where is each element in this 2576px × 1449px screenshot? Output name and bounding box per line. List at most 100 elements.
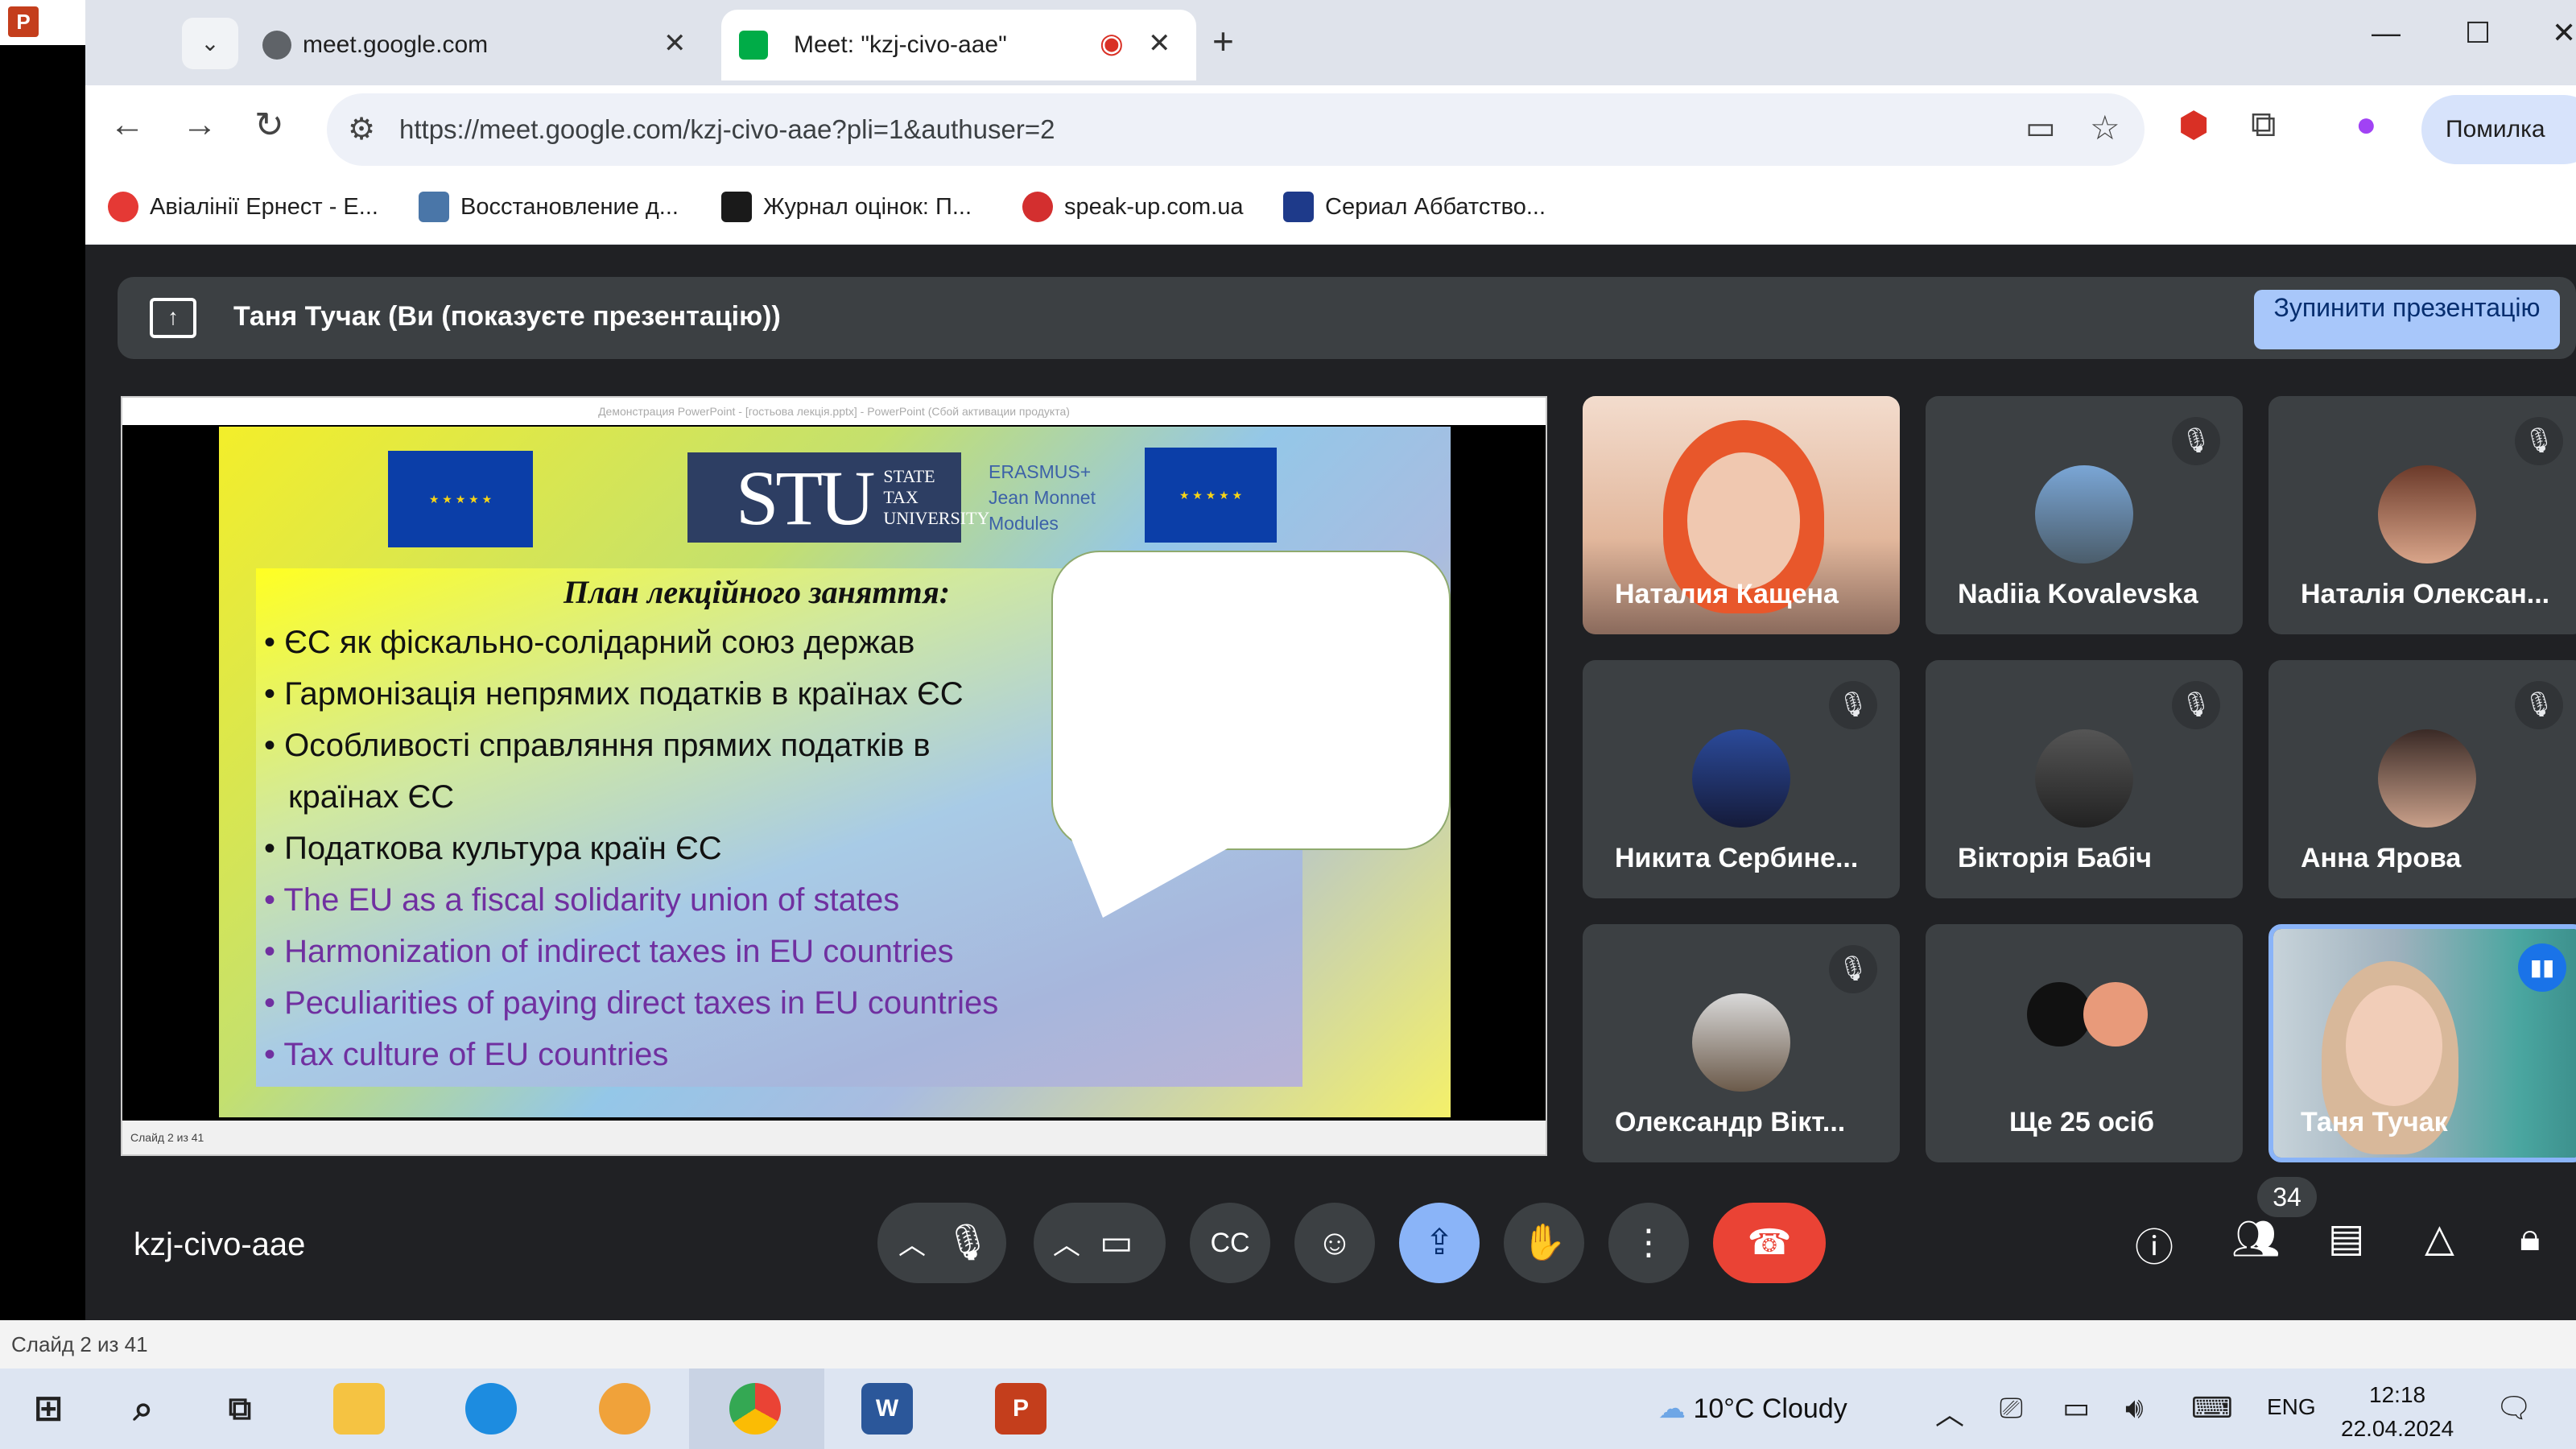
bookmark-star-icon[interactable]: ☆: [2090, 108, 2120, 147]
people-icon[interactable]: 👥︎: [2231, 1216, 2281, 1261]
participant-tile[interactable]: 🎙︎ Олександр Вікт...: [1583, 924, 1900, 1162]
leave-call-button[interactable]: ☎: [1713, 1203, 1826, 1283]
captions-button[interactable]: CC: [1190, 1203, 1270, 1283]
close-tab-icon[interactable]: ✕: [663, 27, 687, 60]
powerpoint-window-edge: [0, 0, 85, 1320]
minimize-icon[interactable]: —: [2372, 16, 2401, 50]
meet-favicon-icon: [739, 31, 768, 60]
browser-toolbar: ← → ↻ ⚙ https://meet.google.com/kzj-civo…: [85, 85, 2576, 174]
microphone-control[interactable]: ︿ 🎙︎: [877, 1203, 1006, 1283]
participant-tile[interactable]: 🎙︎ Наталія Олексан...: [2268, 396, 2576, 634]
participant-tile[interactable]: Наталия Кащена: [1583, 396, 1900, 634]
participant-tile[interactable]: 🎙︎ Вікторія Бабіч: [1926, 660, 2243, 898]
edge-icon[interactable]: [465, 1383, 517, 1435]
input-language[interactable]: ENG: [2267, 1394, 2316, 1420]
close-tab-icon[interactable]: ✕: [1148, 27, 1171, 60]
participant-name: Наталія Олексан...: [2301, 579, 2550, 609]
extensions-puzzle-icon[interactable]: ⧉: [2251, 105, 2276, 145]
notifications-icon[interactable]: 🗨︎: [2496, 1391, 2533, 1425]
site-info-icon[interactable]: ⚙: [348, 111, 375, 147]
profile-avatar-icon[interactable]: ●: [2355, 105, 2377, 145]
participant-tile-self[interactable]: ▮▮ Таня Тучак: [2268, 924, 2576, 1162]
app-shield-icon[interactable]: [599, 1383, 650, 1435]
chevron-up-icon[interactable]: ︿: [898, 1230, 926, 1261]
hand-icon: ✋: [1521, 1223, 1567, 1262]
tab-title: Meet: "kzj-civo-aae": [794, 31, 1007, 58]
bookmark-favicon-icon: [108, 192, 138, 222]
file-explorer-icon[interactable]: [333, 1383, 385, 1435]
bookmark-item[interactable]: speak-up.com.ua: [1022, 192, 1243, 222]
more-participants-tile[interactable]: Ще 25 осіб: [1926, 924, 2243, 1162]
bookmark-item[interactable]: Восстановление д...: [419, 192, 679, 222]
stu-logo-subtext: STATE TAX UNIVERSITY: [883, 466, 989, 529]
profile-error-button[interactable]: Помилка: [2421, 95, 2576, 164]
presenting-text: Таня Тучак (Ви (показуєте презентацію)): [233, 301, 781, 332]
battery-icon[interactable]: ▭: [2062, 1391, 2090, 1425]
mic-muted-icon: 🎙︎: [2172, 681, 2220, 729]
avatar: [1692, 993, 1790, 1092]
camera-control[interactable]: ︿ ▭: [1034, 1203, 1166, 1283]
tab-meet-home[interactable]: meet.google.com ✕: [166, 10, 713, 80]
close-window-icon[interactable]: ✕: [2552, 16, 2576, 50]
bookmark-item[interactable]: Журнал оцінок: П...: [721, 192, 972, 222]
slide-bullet-en: • Tax culture of EU countries: [264, 1037, 669, 1072]
powerpoint-taskbar-icon[interactable]: P: [995, 1383, 1046, 1435]
forward-icon[interactable]: →: [182, 105, 217, 145]
chrome-icon[interactable]: [729, 1383, 781, 1435]
present-button[interactable]: ⇪: [1399, 1203, 1480, 1283]
participant-tile[interactable]: 🎙︎ Никита Сербине...: [1583, 660, 1900, 898]
meeting-info-icon[interactable]: ⓘ: [2135, 1216, 2174, 1272]
host-controls-lock-icon[interactable]: 🔒︎: [2520, 1216, 2541, 1261]
bullet-text: Harmonization of indirect taxes in EU co…: [284, 934, 954, 969]
participant-tile[interactable]: 🎙︎ Nadiia Kovalevska: [1926, 396, 2243, 634]
uk-flag-icon: [1283, 192, 1314, 222]
search-icon[interactable]: ⌕: [118, 1383, 169, 1435]
slide-bullet: • Особливості справляння прямих податків…: [264, 728, 931, 763]
camera-icon[interactable]: ▭: [2025, 109, 2056, 147]
maximize-icon[interactable]: ☐: [2465, 16, 2491, 50]
activities-icon[interactable]: △: [2425, 1216, 2454, 1261]
slide-bullet-en: • The EU as a fiscal solidarity union of…: [264, 882, 900, 918]
volume-icon[interactable]: 🔊︎: [2125, 1391, 2144, 1426]
erasmus-line: Jean Monnet: [989, 487, 1096, 508]
tab-meet-call[interactable]: Meet: "kzj-civo-aae" ◉ ✕: [721, 10, 1196, 80]
back-icon[interactable]: ←: [109, 105, 145, 145]
weather-widget[interactable]: ☁ 10°C Cloudy: [1658, 1393, 1847, 1425]
eu-flag-icon: ★ ★ ★ ★ ★: [1145, 448, 1277, 543]
raise-hand-button[interactable]: ✋: [1504, 1203, 1584, 1283]
chat-icon[interactable]: ▤: [2328, 1216, 2364, 1261]
powerpoint-icon: P: [8, 6, 39, 37]
clock[interactable]: 12:18 22.04.2024: [2341, 1378, 2454, 1446]
meet-tray-icon[interactable]: ⎚: [2000, 1391, 2023, 1426]
task-view-icon[interactable]: ⧉: [214, 1383, 266, 1435]
tray-chevron-icon[interactable]: ︿: [1935, 1391, 1964, 1433]
microphone-icon[interactable]: 🎙︎: [945, 1223, 990, 1262]
extension-shield-icon[interactable]: ⬢: [2178, 105, 2209, 146]
bookmarks-bar: Авіалінії Ернест - E... Восстановление д…: [85, 174, 2576, 245]
word-icon[interactable]: W: [861, 1383, 913, 1435]
reactions-button[interactable]: ☺: [1294, 1203, 1375, 1283]
recording-icon: ◉: [1100, 28, 1124, 59]
windows-taskbar: ⊞ ⌕ ⧉ W P ☁ 10°C Cloudy ︿ ⎚ ▭ 🔊︎ ⌨ ENG 1…: [0, 1368, 2576, 1449]
mic-muted-icon: 🎙︎: [2172, 417, 2220, 465]
video-camera-icon[interactable]: ▭: [1100, 1223, 1133, 1262]
more-options-button[interactable]: ⋮: [1608, 1203, 1689, 1283]
keyboard-icon[interactable]: ⌨: [2191, 1391, 2233, 1425]
bookmark-item[interactable]: Сериал Аббатство...: [1283, 192, 1546, 222]
mic-muted-icon: 🎙︎: [1829, 945, 1877, 993]
participant-name: Ще 25 осіб: [2009, 1107, 2154, 1137]
bullet-text: країнах ЄС: [288, 779, 455, 815]
address-bar[interactable]: ⚙ https://meet.google.com/kzj-civo-aae?p…: [327, 93, 2145, 166]
windows-start-icon[interactable]: ⊞: [23, 1383, 74, 1435]
slide-bullet: • Гармонізація непрямих податків в країн…: [264, 676, 964, 712]
presentation-statusbar: Слайд 2 из 41: [122, 1121, 1546, 1154]
participant-tile[interactable]: 🎙︎ Анна Ярова: [2268, 660, 2576, 898]
new-tab-plus-icon[interactable]: +: [1212, 19, 1234, 63]
avatar: [2035, 729, 2133, 828]
erasmus-line: Modules: [989, 513, 1059, 534]
bookmark-item[interactable]: Авіалінії Ернест - E...: [108, 192, 378, 222]
reload-icon[interactable]: ↻: [254, 105, 284, 146]
chevron-up-icon[interactable]: ︿: [1053, 1230, 1080, 1261]
stop-presenting-button[interactable]: Зупинити презентацію: [2254, 290, 2560, 349]
speech-bubble-tail: [1071, 837, 1248, 918]
